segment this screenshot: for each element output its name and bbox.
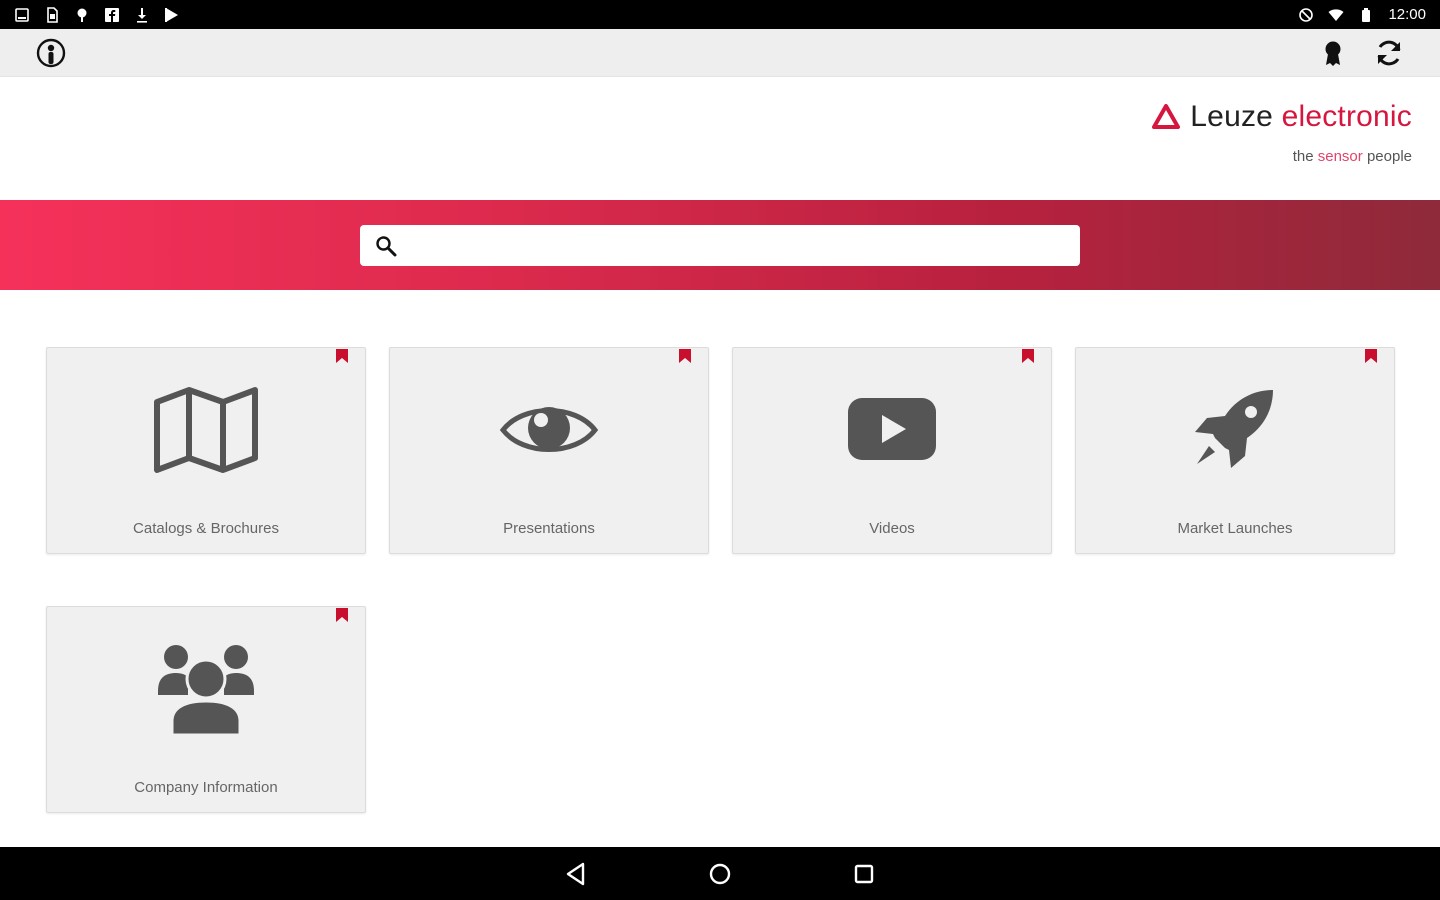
bookmark-icon: [1365, 349, 1377, 363]
back-icon: [566, 862, 585, 886]
leuze-logo-icon: [1152, 104, 1181, 129]
alarm-icon: [1298, 7, 1314, 23]
search-box[interactable]: [360, 225, 1080, 266]
bookmark-icon: [336, 349, 348, 363]
user-info-icon: [36, 38, 66, 68]
bookmark-icon: [336, 608, 348, 622]
tile-presentations[interactable]: Presentations: [389, 347, 709, 554]
eye-icon: [499, 407, 599, 452]
tile-videos[interactable]: Videos: [732, 347, 1052, 554]
user-info-button[interactable]: [33, 35, 69, 71]
tagline-accent: sensor: [1317, 148, 1363, 165]
status-bar: 12:00: [0, 0, 1440, 29]
status-system: 12:00: [1298, 6, 1426, 23]
recent-apps-icon: [854, 864, 874, 884]
play-store-icon: [164, 7, 180, 23]
back-button[interactable]: [561, 859, 591, 889]
system-nav-bar: [0, 847, 1440, 900]
tile-icon-wrap: [47, 384, 365, 476]
bookmark-icon: [1022, 349, 1034, 363]
brand-name: Leuze electronic: [1190, 100, 1412, 134]
search-input[interactable]: [398, 225, 1080, 266]
pin-icon: [74, 7, 90, 23]
download-icon: [134, 7, 150, 23]
tile-label: Videos: [869, 520, 915, 537]
tile-label: Company Information: [134, 779, 278, 796]
brand-row: Leuze electronic: [1152, 100, 1412, 134]
home-button[interactable]: [705, 859, 735, 889]
awards-button[interactable]: [1315, 35, 1351, 71]
tile-catalogs-brochures[interactable]: Catalogs & Brochures: [46, 347, 366, 554]
tagline-pre: the: [1292, 148, 1314, 165]
video-play-icon: [848, 398, 936, 460]
app-screen: 12:00 Leuze electronic the sensor people…: [0, 0, 1440, 900]
rocket-icon: [1195, 390, 1273, 468]
search-icon: [376, 235, 397, 256]
brand-name-accent: electronic: [1281, 100, 1412, 133]
sim-icon: [44, 6, 60, 23]
map-icon: [154, 387, 258, 473]
tile-icon-wrap: [390, 384, 708, 476]
tile-label: Market Launches: [1177, 520, 1293, 537]
wifi-icon: [1328, 7, 1344, 23]
tile-market-launches[interactable]: Market Launches: [1075, 347, 1395, 554]
tile-label: Catalogs & Brochures: [133, 520, 279, 537]
home-icon: [709, 863, 731, 885]
tagline-post: people: [1366, 148, 1412, 165]
search-banner: [0, 200, 1440, 290]
brand-header: Leuze electronic the sensor people: [1152, 100, 1412, 165]
facebook-icon: [104, 7, 120, 23]
tile-company-information[interactable]: Company Information: [46, 606, 366, 813]
award-badge-icon: [1325, 41, 1341, 66]
sync-button[interactable]: [1371, 35, 1407, 71]
group-icon: [158, 645, 254, 735]
brand-name-primary: Leuze: [1190, 100, 1274, 133]
battery-icon: [1358, 7, 1374, 23]
clock: 12:00: [1388, 6, 1426, 23]
tile-label: Presentations: [503, 520, 595, 537]
brand-tagline: the sensor people: [1152, 148, 1412, 165]
tile-icon-wrap: [733, 384, 1051, 476]
sync-icon: [1377, 40, 1401, 66]
tile-icon-wrap: [1076, 384, 1394, 476]
app-toolbar: [0, 29, 1440, 77]
tablet-icon: [14, 7, 30, 23]
tile-icon-wrap: [47, 643, 365, 735]
status-notifications: [14, 6, 180, 23]
recent-apps-button[interactable]: [849, 859, 879, 889]
bookmark-icon: [679, 349, 691, 363]
